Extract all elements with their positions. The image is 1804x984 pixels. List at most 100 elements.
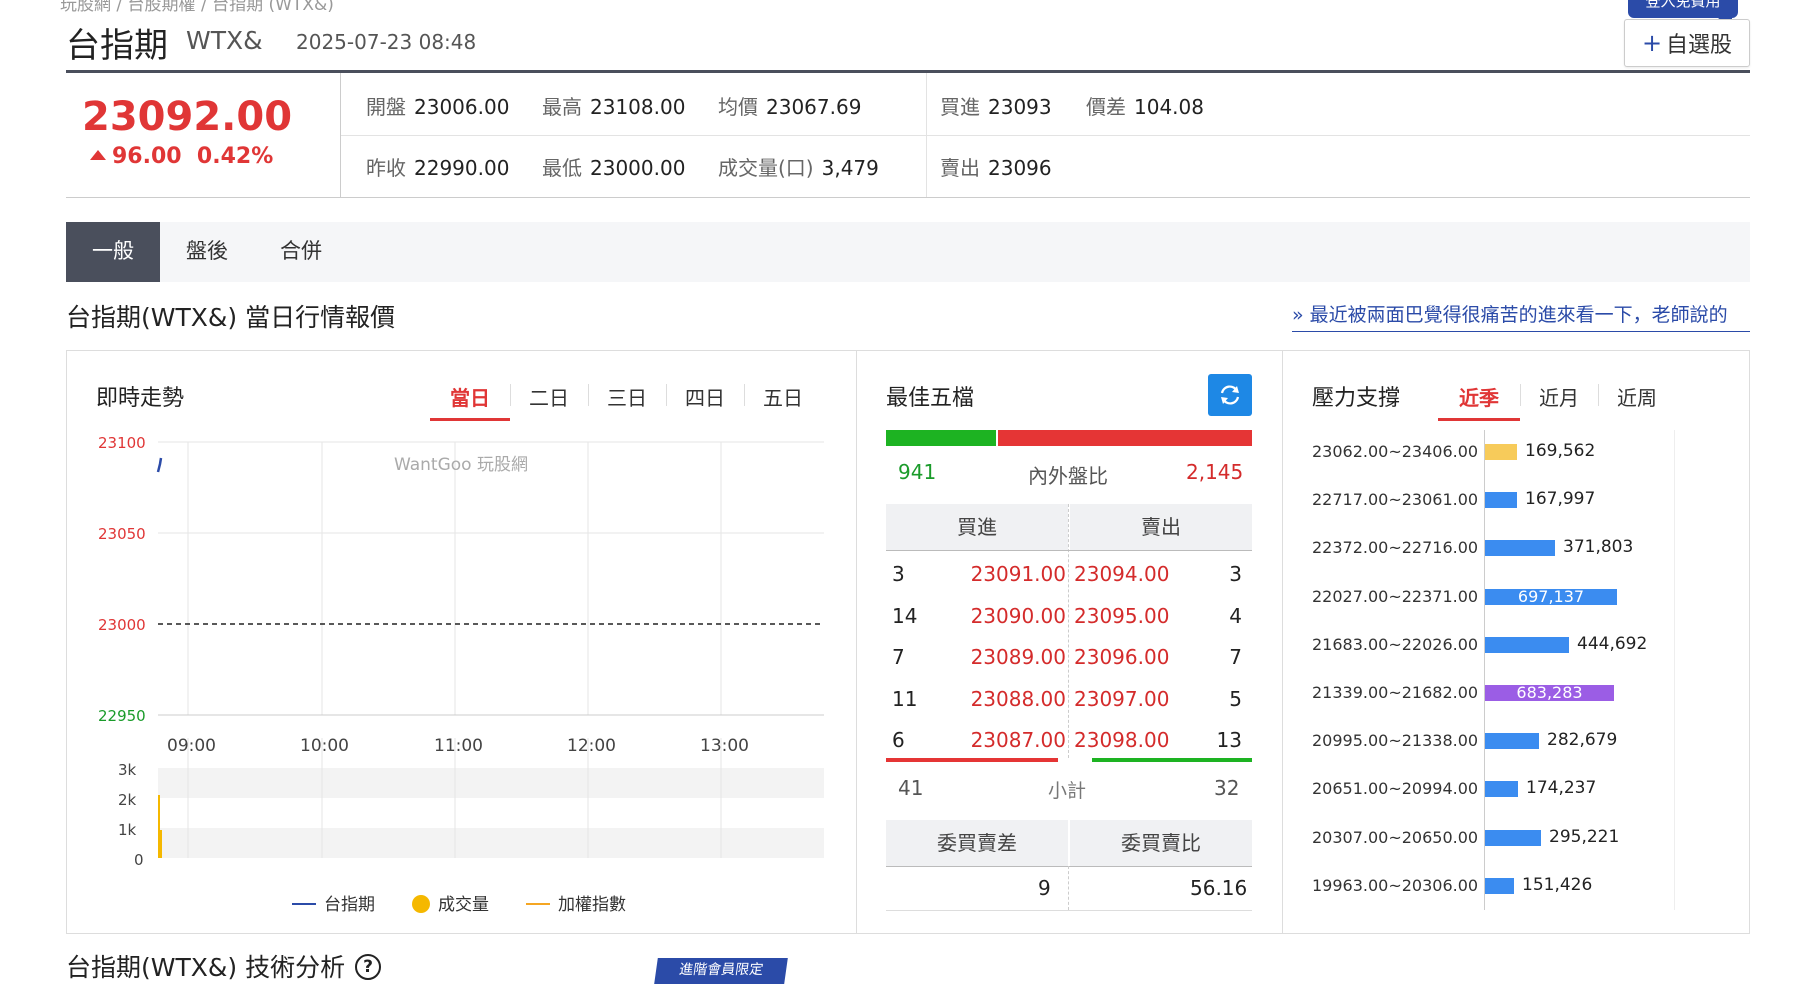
bid-quantity: 11 xyxy=(892,686,918,711)
price-range-label: 20651.00~20994.00 xyxy=(1312,779,1479,799)
outer-volume: 2,145 xyxy=(1186,460,1244,484)
bid-price: 23090.00 xyxy=(970,603,1066,628)
stat-volume: 成交量(口) 3,479 xyxy=(718,156,879,180)
stat-prev-close: 昨收 22990.00 xyxy=(366,156,510,180)
price-range-label: 21683.00~22026.00 xyxy=(1312,634,1479,654)
inner-outer-bar xyxy=(886,430,1252,446)
ask-quantity: 5 xyxy=(1229,686,1242,711)
volume-value: 169,562 xyxy=(1525,441,1596,461)
stat-high: 最高 23108.00 xyxy=(542,95,686,119)
panel-divider-1 xyxy=(856,350,857,934)
support-tab-underline xyxy=(1438,418,1520,421)
bid-total-bar xyxy=(886,758,1058,762)
ratio-header: 委買賣比 xyxy=(1070,820,1252,866)
chart-watermark: WantGoo 玩股網 xyxy=(394,455,528,475)
login-badge[interactable]: 登入免費用 xyxy=(1628,0,1738,18)
support-tab-week[interactable]: 近周 xyxy=(1598,382,1676,411)
ticker-code: WTX& xyxy=(186,26,263,55)
line-swatch-icon xyxy=(292,903,316,905)
y-axis-label: 22950 xyxy=(98,707,146,725)
volume-bar xyxy=(1485,781,1518,798)
period-tab-day3[interactable]: 三日 xyxy=(588,382,666,411)
tech-title: 台指期(WTX&) 技術分析? xyxy=(66,948,382,984)
period-tab-day1[interactable]: 當日 xyxy=(430,382,510,411)
help-icon[interactable]: ? xyxy=(355,954,382,980)
price-grid xyxy=(158,441,824,716)
refresh-button[interactable] xyxy=(1208,374,1252,416)
ratio-value: 56.16 xyxy=(1190,876,1248,900)
news-link[interactable]: » 最近被兩面巴覺得很痛苦的進來看一下，老師說的 xyxy=(1292,300,1750,332)
volume-band xyxy=(158,768,824,798)
quote-row-divider xyxy=(341,135,1750,136)
x-axis-label: 12:00 xyxy=(567,736,616,756)
price-change: 96.00 0.42% xyxy=(90,144,273,169)
summary-divider xyxy=(1068,866,1070,910)
volume-value: 444,692 xyxy=(1577,633,1648,654)
price-range-label: 22027.00~22371.00 xyxy=(1312,586,1479,606)
volume-axis-label: 2k xyxy=(118,791,137,809)
subtotal-bid: 41 xyxy=(898,776,924,800)
section-title: 台指期(WTX&) 當日行情報價 xyxy=(66,303,396,332)
volume-bar xyxy=(1485,492,1517,509)
price-range-label: 20995.00~21338.00 xyxy=(1312,731,1479,751)
volume-bar xyxy=(1485,540,1555,557)
tab-after-hours[interactable]: 盤後 xyxy=(160,222,254,282)
support-tab-quarter[interactable]: 近季 xyxy=(1438,382,1520,411)
x-axis-label: 10:00 xyxy=(300,736,349,756)
support-grid-line xyxy=(1674,430,1675,910)
summary-bottom-rule xyxy=(886,910,1252,911)
legend-futures[interactable]: 台指期 xyxy=(292,890,375,915)
period-tab-day5[interactable]: 五日 xyxy=(744,382,822,411)
x-axis-label: 09:00 xyxy=(167,736,216,756)
ask-quantity: 3 xyxy=(1229,562,1242,586)
breadcrumb-item-home[interactable]: 玩股網 xyxy=(60,0,111,15)
volume-axis-label: 1k xyxy=(118,821,137,839)
support-title: 壓力支撐 xyxy=(1312,386,1401,411)
volume-value: 371,803 xyxy=(1563,537,1634,558)
stat-average: 均價 23067.69 xyxy=(718,95,862,119)
legend-taiex[interactable]: 加權指數 xyxy=(526,890,626,915)
tab-combined[interactable]: 合併 xyxy=(254,222,348,282)
volume-value: 167,997 xyxy=(1525,489,1596,510)
intraday-title: 即時走勢 xyxy=(96,386,185,411)
volume-value: 697,137 xyxy=(1517,586,1585,606)
volume-value: 174,237 xyxy=(1526,778,1597,799)
legend-volume[interactable]: 成交量 xyxy=(412,890,489,915)
bid-quantity: 14 xyxy=(892,603,918,628)
subtotal-ask: 32 xyxy=(1214,776,1240,800)
add-watchlist-label: 自選股 xyxy=(1666,33,1733,58)
volume-bar xyxy=(1485,733,1539,750)
subtotal-label: 小計 xyxy=(1048,780,1087,802)
volume-bar xyxy=(1485,829,1541,846)
x-axis-label: 11:00 xyxy=(434,736,483,756)
price-line xyxy=(156,457,163,473)
period-tab-day2[interactable]: 二日 xyxy=(510,382,588,411)
quote-col-divider xyxy=(926,73,927,197)
volume-value: 295,221 xyxy=(1549,826,1620,847)
volume-bar xyxy=(1485,636,1569,653)
support-tab-month[interactable]: 近月 xyxy=(1520,382,1598,411)
ask-total-bar xyxy=(1092,758,1252,762)
breadcrumb-item-options[interactable]: 台股期權 xyxy=(128,0,196,15)
bid-price: 23088.00 xyxy=(970,686,1066,711)
bid-price: 23087.00 xyxy=(970,728,1066,752)
period-tab-day4[interactable]: 四日 xyxy=(666,382,744,411)
breadcrumb-item-current: 台指期 (WTX&) xyxy=(212,0,334,15)
change-value: 96.00 xyxy=(112,144,182,169)
bid-quantity: 6 xyxy=(892,728,905,752)
inner-volume: 941 xyxy=(898,460,937,484)
volume-bar xyxy=(1485,877,1514,894)
inner-outer-label: 內外盤比 xyxy=(1028,464,1108,488)
add-watchlist-button[interactable]: + 自選股 xyxy=(1624,19,1750,67)
vip-badge: 進階會員限定 xyxy=(654,958,788,984)
ask-header: 賣出 xyxy=(1070,504,1252,550)
price-range-label: 23062.00~23406.00 xyxy=(1312,442,1479,461)
orderbook-header-rule xyxy=(886,550,1252,551)
volume-value: 282,679 xyxy=(1547,730,1618,751)
volume-axis-label: 3k xyxy=(118,761,137,779)
volume-value: 151,426 xyxy=(1522,874,1593,895)
ask-quantity: 4 xyxy=(1229,603,1242,628)
stat-ask: 賣出 23096 xyxy=(940,156,1052,180)
tab-general[interactable]: 一般 xyxy=(66,222,160,282)
volume-bar xyxy=(160,830,162,858)
